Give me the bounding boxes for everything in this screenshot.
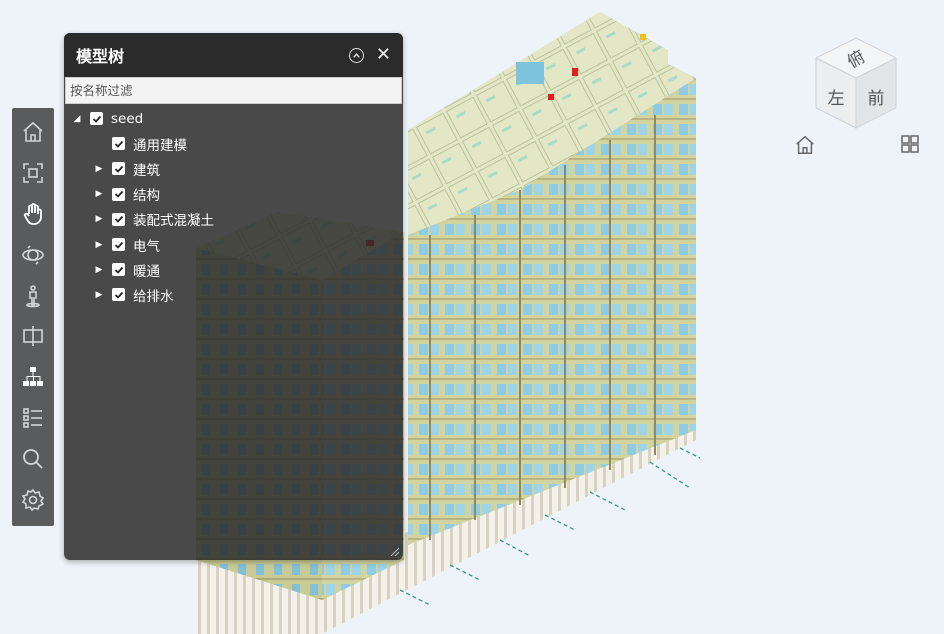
view-cube-front-label: 前 <box>868 89 885 109</box>
tree-checkbox[interactable] <box>112 212 125 226</box>
view-switch-button[interactable] <box>900 134 920 154</box>
settings-icon <box>21 488 45 511</box>
check-icon <box>114 165 123 173</box>
tree-checkbox[interactable] <box>112 187 125 201</box>
tree-checkbox[interactable] <box>90 112 103 126</box>
caret-right-icon[interactable]: ▶ <box>92 240 106 250</box>
check-icon <box>114 191 123 198</box>
tree-node[interactable]: ▶ 给排水 <box>64 282 403 307</box>
check-icon <box>114 216 123 224</box>
properties-icon <box>23 408 42 428</box>
check-icon <box>114 266 123 274</box>
fit-view-icon <box>23 163 43 183</box>
tree-node[interactable]: ▶ 暖通 <box>64 257 403 282</box>
view-cube[interactable]: 俯 左 前 <box>808 34 904 134</box>
tree-node-label: 通用建模 <box>133 137 187 154</box>
tree-node-label: 给排水 <box>133 288 174 305</box>
tree-node[interactable]: ▶ 装配式混凝土 <box>64 207 403 232</box>
walk-icon <box>26 284 40 307</box>
close-panel-button[interactable]: ✕ <box>376 46 391 64</box>
home-icon <box>796 135 814 154</box>
properties-button[interactable] <box>15 398 51 439</box>
tree-checkbox[interactable] <box>112 137 125 151</box>
tree-node[interactable]: ▶ 结构 <box>64 182 403 207</box>
tree-checkbox[interactable] <box>112 288 125 302</box>
check-icon <box>114 291 123 299</box>
search-button[interactable] <box>15 438 51 479</box>
view-cube-left-label: 左 <box>828 89 845 109</box>
model-tree-button[interactable] <box>15 357 51 398</box>
caret-right-icon[interactable]: ▶ <box>92 164 106 174</box>
search-icon <box>23 448 43 469</box>
pan-button[interactable] <box>15 194 51 235</box>
tree-node-label: 暖通 <box>133 263 160 280</box>
home-button[interactable] <box>15 112 51 153</box>
tree-node[interactable]: ▶ 建筑 <box>64 156 403 181</box>
tree-checkbox[interactable] <box>112 263 125 277</box>
orbit-icon <box>22 245 44 265</box>
main-toolbar <box>12 108 54 526</box>
tree-node-label: 结构 <box>133 188 160 205</box>
tree-checkbox[interactable] <box>112 162 125 176</box>
section-button[interactable] <box>15 316 51 357</box>
tree-list: ◢ seed 通用建模 ▶ 建筑 ▶ 结构 ▶ 装配式混凝土 ▶ 电气 ▶ 暖通… <box>64 104 403 308</box>
caret-right-icon[interactable]: ▶ <box>92 290 106 300</box>
fit-view-button[interactable] <box>15 153 51 194</box>
tree-node-label: seed <box>111 110 144 127</box>
settings-button[interactable] <box>15 479 51 520</box>
home-icon <box>23 122 43 143</box>
collapse-panel-button[interactable] <box>348 47 364 63</box>
tree-node-label: 建筑 <box>133 162 160 179</box>
tree-node-root[interactable]: ◢ seed <box>64 106 403 131</box>
caret-down-icon[interactable]: ◢ <box>70 114 84 124</box>
check-icon <box>92 115 101 123</box>
tree-node-label: 电气 <box>133 238 160 255</box>
model-tree-panel: 模型树 ✕ ◢ seed 通用建模 ▶ 建筑 ▶ 结构 <box>64 33 403 560</box>
tree-filter-input[interactable] <box>65 77 402 104</box>
grid-icon <box>901 135 919 153</box>
model-tree-icon <box>23 367 43 387</box>
walk-button[interactable] <box>15 275 51 316</box>
caret-right-icon[interactable]: ▶ <box>92 189 106 199</box>
section-icon <box>23 326 43 347</box>
chevron-up-icon <box>353 52 360 58</box>
tree-node[interactable]: ▶ 电气 <box>64 232 403 257</box>
check-icon <box>114 241 123 249</box>
model-tree-title: 模型树 <box>76 47 125 66</box>
check-icon <box>114 140 123 148</box>
resize-grip-icon[interactable] <box>389 546 399 556</box>
tree-checkbox[interactable] <box>112 238 125 252</box>
pan-icon <box>23 203 42 225</box>
orbit-button[interactable] <box>15 234 51 275</box>
caret-right-icon[interactable]: ▶ <box>92 214 106 224</box>
model-tree-header[interactable]: 模型树 ✕ <box>64 33 403 77</box>
view-home-button[interactable] <box>794 134 816 156</box>
building-tower-main <box>408 12 696 545</box>
caret-right-icon[interactable]: ▶ <box>92 265 106 275</box>
tree-node[interactable]: 通用建模 <box>64 131 403 156</box>
tree-node-label: 装配式混凝土 <box>133 213 214 230</box>
